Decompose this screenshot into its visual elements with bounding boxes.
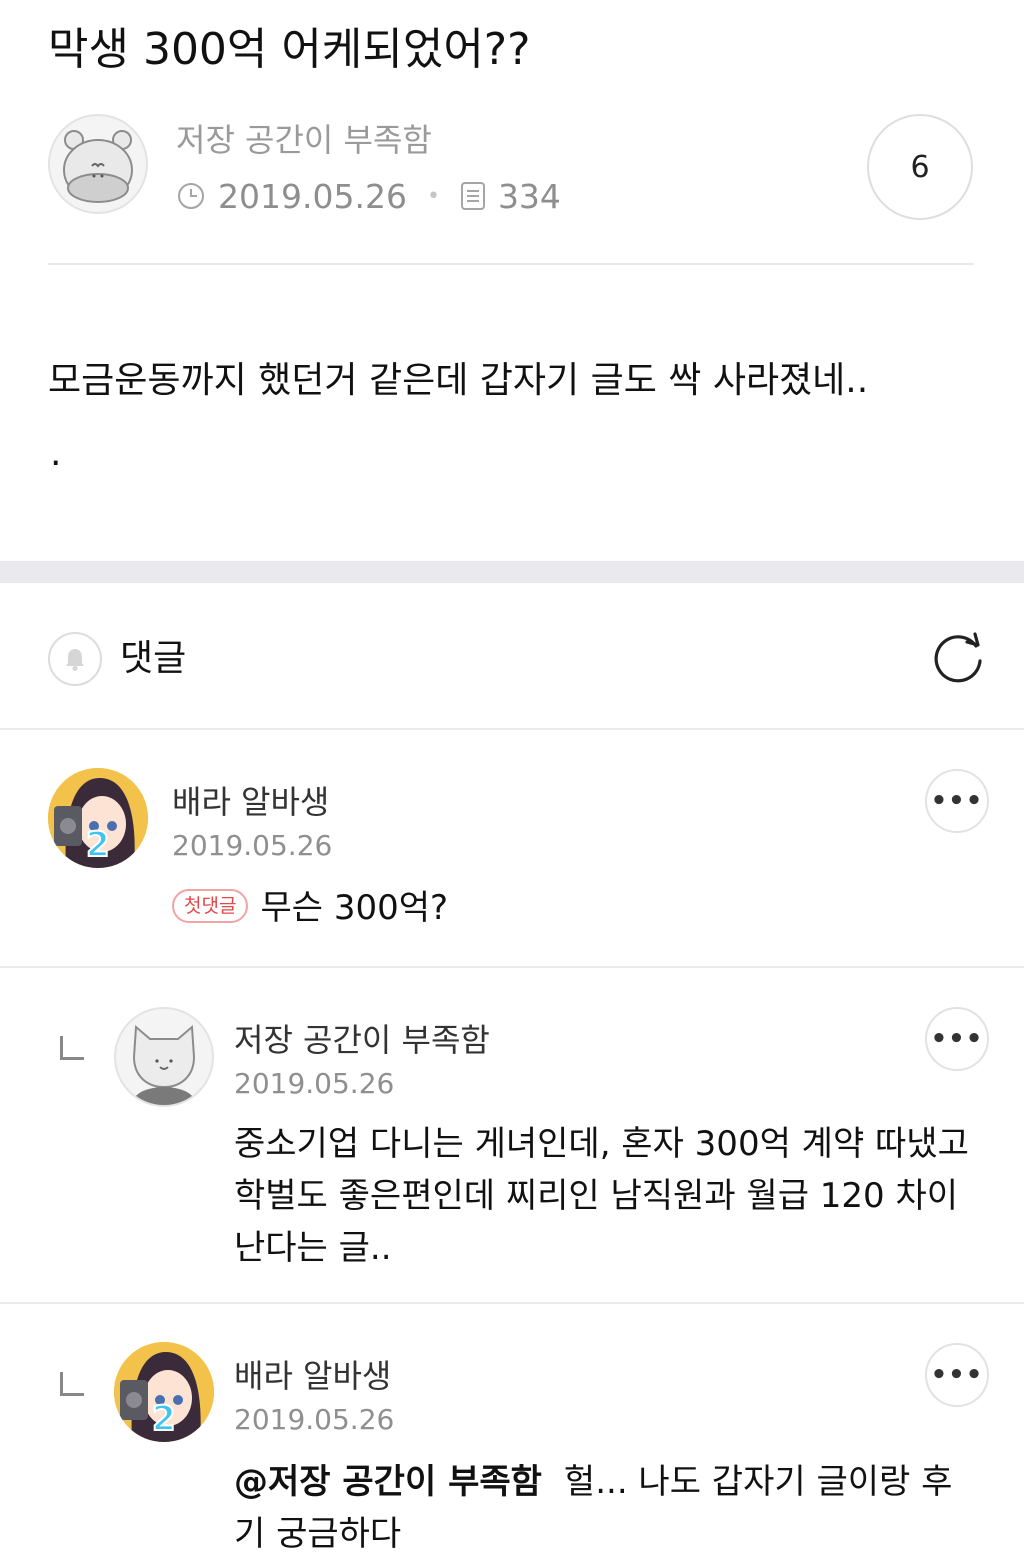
- author-avatar[interactable]: [48, 114, 148, 214]
- comments-heading: 댓글: [120, 638, 187, 679]
- refresh-icon: [934, 632, 982, 683]
- reply-corner-icon: [60, 1372, 84, 1396]
- avatar-badge-number: 2: [86, 825, 110, 865]
- avatar-badge-number: 2: [152, 1399, 176, 1439]
- commenter-avatar[interactable]: 2: [114, 1342, 214, 1442]
- cat-avatar-icon: [132, 1024, 196, 1105]
- divider: [0, 966, 1024, 968]
- comment-text: 첫댓글 무슨 300억?: [172, 882, 932, 934]
- post-body-trailing: .: [50, 433, 62, 474]
- post-date: 2019.05.26: [218, 176, 407, 216]
- divider: [48, 263, 974, 265]
- first-comment-badge: 첫댓글: [172, 888, 249, 923]
- more-icon: •••: [930, 1360, 984, 1390]
- more-options-button[interactable]: •••: [925, 1343, 989, 1407]
- anime-avatar-icon: 2: [48, 768, 148, 868]
- commenter-avatar[interactable]: [114, 1007, 214, 1107]
- commenter-avatar[interactable]: 2: [48, 768, 148, 868]
- section-divider: [0, 561, 1024, 583]
- post-body: 모금운동까지 했던거 같은데 갑자기 글도 싹 사라졌네..: [48, 360, 869, 401]
- divider: [0, 728, 1024, 730]
- meta-separator: •: [426, 183, 440, 209]
- bell-icon: [66, 649, 84, 671]
- more-icon: •••: [930, 786, 984, 816]
- comment-author[interactable]: 저장 공간이 부족함: [234, 1020, 490, 1060]
- post-meta: 2019.05.26 • 334: [176, 174, 561, 218]
- post-author-name[interactable]: 저장 공간이 부족함: [176, 120, 432, 160]
- notification-toggle[interactable]: [48, 632, 102, 686]
- more-icon: •••: [930, 1024, 984, 1054]
- comment-body: 무슨 300억?: [260, 888, 449, 928]
- post-title: 막생 300억 어케되었어??: [48, 24, 531, 75]
- anime-avatar-icon: 2: [114, 1342, 214, 1442]
- more-options-button[interactable]: •••: [925, 769, 989, 833]
- more-options-button[interactable]: •••: [925, 1007, 989, 1071]
- comment-date: 2019.05.26: [234, 1403, 395, 1436]
- comment-count-button[interactable]: 6: [867, 114, 973, 220]
- bear-avatar-icon: [63, 130, 133, 203]
- clock-icon: [178, 183, 204, 209]
- comment-text: @저장 공간이 부족함 헐... 나도 갑자기 글이랑 후기 궁금하다: [234, 1456, 974, 1560]
- divider: [0, 1302, 1024, 1304]
- comment-author[interactable]: 배라 알바생: [234, 1356, 391, 1396]
- comment-author[interactable]: 배라 알바생: [172, 782, 329, 822]
- comment-date: 2019.05.26: [172, 829, 333, 862]
- post-view-count: 334: [497, 176, 561, 216]
- refresh-button[interactable]: [929, 630, 987, 688]
- mention-link[interactable]: @저장 공간이 부족함: [234, 1462, 542, 1502]
- reply-corner-icon: [60, 1036, 84, 1060]
- document-icon: [460, 182, 485, 210]
- comment-date: 2019.05.26: [234, 1067, 395, 1100]
- comment-body: 중소기업 다니는 게녀인데, 혼자 300억 계약 따냈고 학벌도 좋은편인데 …: [234, 1124, 969, 1268]
